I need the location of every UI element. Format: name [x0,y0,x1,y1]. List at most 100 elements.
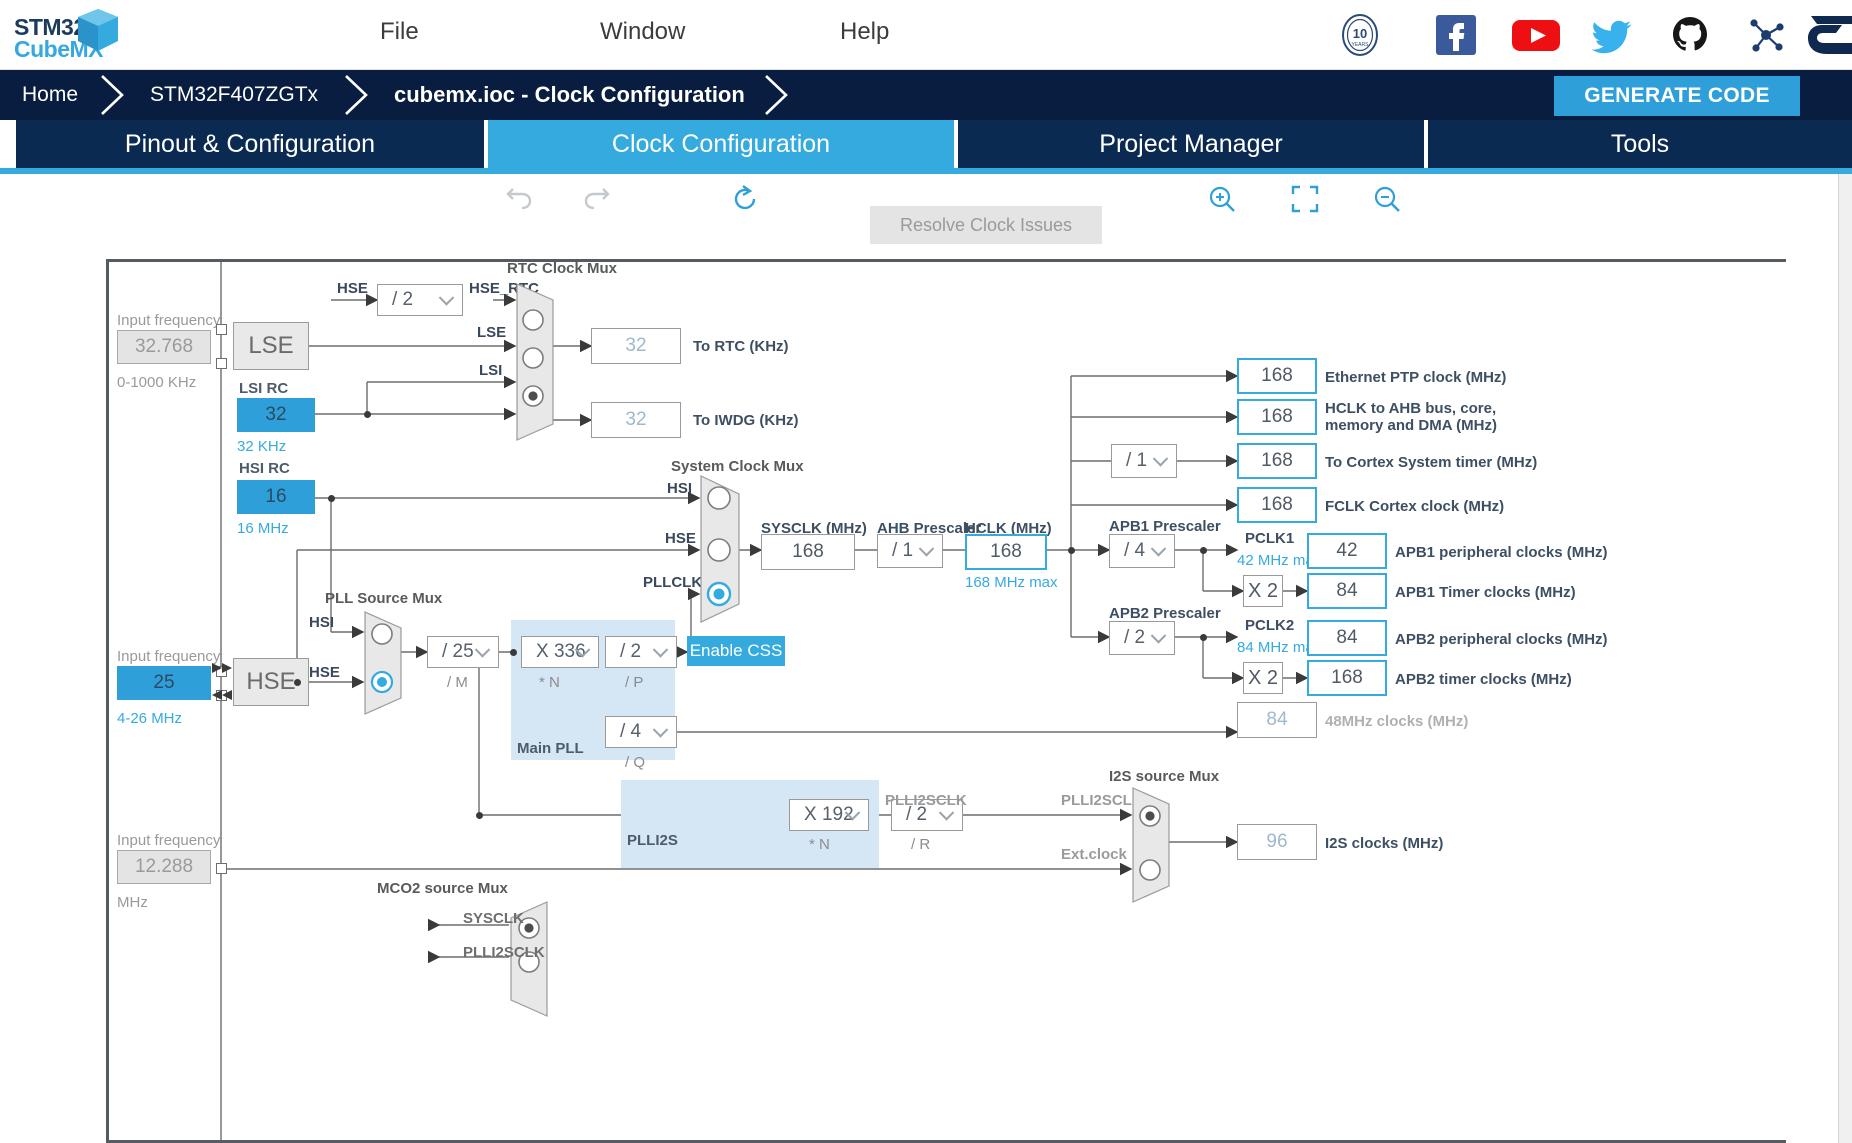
rtc-mux-input-lse [522,347,544,369]
output-value-apb2-timer[interactable]: 168 [1307,660,1387,696]
output-value-fclk[interactable]: 168 [1237,487,1317,523]
hse-io-arrows [212,663,232,700]
enable-css-button[interactable]: Enable CSS [687,636,785,666]
output-value-apb1-timer[interactable]: 84 [1307,573,1387,609]
menu-help[interactable]: Help [840,18,889,46]
tab-clock-configuration[interactable]: Clock Configuration [488,120,956,168]
pclk1-label: PCLK1 [1245,530,1295,547]
system-mux-input-hsi [707,486,731,510]
output-value-ethernet-ptp[interactable]: 168 [1237,358,1317,394]
cortex-prescaler-value: / 1 [1126,450,1148,471]
breadcrumb-item-device[interactable]: STM32F407ZGTx [150,70,318,120]
rtc-mux-lsi-label: LSI [479,362,503,379]
pll-n-select[interactable]: X 336 [521,636,599,668]
facebook-icon[interactable] [1434,13,1478,57]
system-mux-hsi-label: HSI [667,480,693,497]
system-mux-input-hse [707,538,731,562]
pll-mux-selected-dot [377,677,387,687]
output-value-apb1-peripheral[interactable]: 42 [1307,533,1387,569]
junction-dot-hse [294,679,301,686]
wire-layer [220,262,1309,1140]
community-network-icon[interactable] [1744,13,1788,57]
hse-input-frequency-field[interactable]: 25 [117,666,211,700]
pll-q-select[interactable]: / 4 [605,716,677,748]
pll-mux-input-hsi [371,623,393,645]
output-label-apb2-timer: APB2 timer clocks (MHz) [1395,671,1572,688]
cortex-prescaler-select[interactable]: / 1 [1111,444,1177,478]
to-rtc-value[interactable]: 32 [591,328,681,364]
reset-icon[interactable] [728,182,762,216]
hsi-value-field[interactable]: 16 [237,480,315,514]
output-value-apb2-peripheral[interactable]: 84 [1307,620,1387,656]
vertical-scrollbar[interactable] [1838,174,1852,1143]
st-logo-icon[interactable] [1805,10,1852,58]
generate-code-button[interactable]: GENERATE CODE [1554,76,1800,116]
github-icon[interactable] [1668,13,1712,57]
i2s-mux-input-extclock [1139,859,1161,881]
pclk2-label: PCLK2 [1245,617,1295,634]
tab-tools[interactable]: Tools [1428,120,1852,168]
i2s-clocks-value[interactable]: 96 [1237,824,1317,860]
plli2s-n-select[interactable]: X 192 [789,799,869,831]
to-iwdg-label: To IWDG (KHz) [693,412,799,429]
apb2-prescaler-label: APB2 Prescaler [1109,605,1221,622]
chevron-down-icon [438,290,455,306]
i2s-input-frequency-label: Input frequency [117,832,221,849]
pll-source-mux[interactable] [363,610,403,716]
svg-text:YEARS: YEARS [1352,42,1370,48]
apb1-prescaler-label: APB1 Prescaler [1109,518,1221,535]
lse-oscillator-box[interactable]: LSE [233,322,309,370]
apb1-prescaler-select[interactable]: / 4 [1109,534,1175,568]
rtc-clock-mux[interactable] [515,282,555,442]
pll-m-select[interactable]: / 25 [427,636,499,668]
zoom-out-icon[interactable] [1370,182,1404,216]
to-rtc-label: To RTC (KHz) [693,338,789,355]
tab-project-manager[interactable]: Project Manager [958,120,1426,168]
zoom-in-icon[interactable] [1205,182,1239,216]
output-label-hclk-ahb: HCLK to AHB bus, core, memory and DMA (M… [1325,400,1497,434]
resolve-clock-issues-button[interactable]: Resolve Clock Issues [870,206,1102,244]
hse-input-frequency-label: Input frequency [117,648,221,665]
hse-rtc-divider-value: / 2 [392,289,414,310]
lsi-value-field[interactable]: 32 [237,398,315,432]
output-value-hclk-ahb[interactable]: 168 [1237,399,1317,435]
junction-dot-hclk-bus [1068,547,1075,554]
menu-window[interactable]: Window [600,18,685,46]
to-iwdg-value[interactable]: 32 [591,402,681,438]
output-value-48mhz[interactable]: 84 [1237,702,1317,738]
apb1-timer-multiplier: X 2 [1243,575,1283,607]
chevron-down-icon [1152,451,1169,467]
rtc-mux-selected-dot [528,391,538,401]
twitter-icon[interactable] [1590,13,1634,57]
sysclk-value[interactable]: 168 [761,534,855,570]
i2s-input-frequency-field[interactable]: 12.288 [117,850,211,884]
plli2sclk-signal-label: PLLI2SCLK [885,792,967,809]
system-clock-mux[interactable] [699,474,741,624]
hclk-value[interactable]: 168 [965,534,1047,570]
redo-icon[interactable] [582,182,616,216]
hse-rtc-divider-select[interactable]: / 2 [377,284,463,316]
breadcrumb-chevron-icon-2 [345,75,368,115]
ahb-prescaler-select[interactable]: / 1 [877,534,943,568]
lse-input-frequency-field[interactable]: 32.768 [117,330,211,364]
output-label-apb1-peripheral: APB1 peripheral clocks (MHz) [1395,544,1608,561]
plli2s-n-sublabel: * N [809,836,830,853]
youtube-icon[interactable] [1510,13,1562,57]
i2s-source-mux[interactable] [1131,786,1171,904]
menu-file[interactable]: File [380,18,419,46]
ten-years-badge-icon[interactable]: 10 YEARS [1338,13,1382,57]
output-label-ethernet-ptp: Ethernet PTP clock (MHz) [1325,369,1507,386]
fit-to-screen-icon[interactable] [1288,182,1322,216]
undo-icon[interactable] [500,182,534,216]
breadcrumb-chevron-icon [101,75,124,115]
i2s-input-unit-label: MHz [117,894,148,911]
chevron-down-icon [918,541,935,557]
apb2-prescaler-select[interactable]: / 2 [1109,621,1175,655]
output-value-cortex-systimer[interactable]: 168 [1237,443,1317,479]
breadcrumb-item-home[interactable]: Home [22,70,78,120]
clock-tree-canvas[interactable]: Input frequency 32.768 0-1000 KHz LSE HS… [106,259,1786,1143]
pll-p-select[interactable]: / 2 [605,636,677,668]
pll-q-value: / 4 [620,721,642,742]
tab-pinout-configuration[interactable]: Pinout & Configuration [16,120,486,168]
svg-text:10: 10 [1353,26,1367,41]
